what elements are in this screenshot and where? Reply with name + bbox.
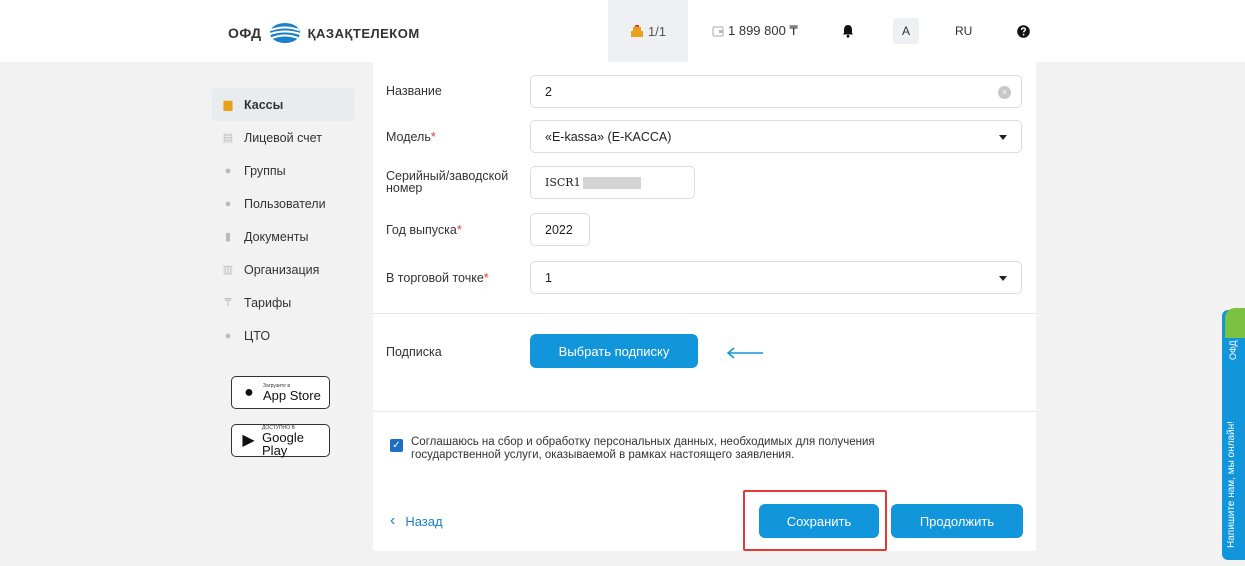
subscription-label: Подписка [386,345,442,359]
sidebar-item-label: Кассы [244,97,284,112]
point-label: В торговой точке* [386,271,489,285]
continue-label: Продолжить [919,513,995,529]
subscription-label-text: Подписка [386,345,442,359]
save-highlight-box [743,490,887,551]
register-form-panel: Название 2 × Модель* «E-kassa» (E-KACCA)… [373,62,1036,551]
logo-prefix: ОФД [228,25,262,41]
google-play-icon: ▶ [242,431,255,449]
sidebar-item-label: Пользователи [244,196,326,211]
account-icon: ▤ [222,131,234,144]
notifications-button[interactable] [842,0,854,62]
bell-icon [843,25,853,38]
continue-button[interactable]: Продолжить [891,504,1023,538]
documents-icon: ▮ [224,230,232,243]
sidebar-item-account[interactable]: ▤ Лицевой счет [212,121,354,154]
sidebar-item-registers[interactable]: ▆ Кассы [212,88,354,121]
chat-label: Напишите нам, мы онлайн! [1226,421,1237,548]
google-play-label: Google Play [262,429,304,458]
cash-counter-text: 1/1 [647,23,667,39]
cash-register-counter[interactable]: 1/1 [608,0,688,62]
user-avatar: A [893,18,919,44]
sidebar-item-label: ЦТО [244,328,271,343]
name-label: Название [386,84,442,98]
wallet-icon [712,26,724,37]
serial-input[interactable]: ISCR1 [530,166,695,199]
arrow-left-icon [726,347,763,359]
serial-input-value: ISCR1 [545,176,581,189]
year-input[interactable]: 2022 [530,213,590,246]
year-label: Год выпуска* [386,223,462,237]
divider [373,313,1036,314]
google-play-button[interactable]: ▶ ДОСТУПНО В Google Play [231,424,330,457]
name-label-text: Название [386,84,442,98]
choose-subscription-button[interactable]: Выбрать подписку [530,334,698,368]
required-mark: * [430,130,436,144]
help-button[interactable] [1017,0,1030,62]
required-mark: * [456,223,462,237]
divider [373,411,1036,412]
sidebar-nav: ▆ Кассы ▤ Лицевой счет ● Группы ● Пользо… [212,88,354,457]
back-label: Назад [405,513,443,529]
tariff-icon: ₸ [224,296,232,309]
sidebar-item-groups[interactable]: ● Группы [212,154,354,187]
balance[interactable]: 1 899 800 ₸ [712,0,798,62]
serial-label-text: Серийный/заводской номер [386,169,509,195]
globe-logo-icon [269,23,300,43]
choose-subscription-label: Выбрать подписку [558,343,670,359]
chevron-left-icon: ‹ [390,512,396,529]
app-store-button[interactable]: ● Загрузите в App Store [231,376,330,409]
balance-value: 1 899 800 ₸ [728,23,798,38]
sidebar-item-label: Организация [244,262,320,277]
consent-text: Соглашаюсь на сбор и обработку персональ… [411,436,875,461]
clear-icon[interactable]: × [998,86,1011,99]
apple-icon: ● [244,383,254,401]
name-input[interactable]: 2 × [530,75,1022,108]
service-icon: ● [224,329,232,342]
trade-point-select[interactable]: 1 [530,261,1022,294]
year-input-value: 2022 [545,222,573,237]
sidebar-item-documents[interactable]: ▮ Документы [212,220,354,253]
sidebar-item-organization[interactable]: ▥ Организация [212,253,354,286]
consent-checkbox[interactable]: ✓ [390,439,403,452]
organization-icon: ▥ [222,263,234,276]
logo-name: ҚАЗАҚТЕЛЕКОМ [307,25,420,41]
model-select[interactable]: «E-kassa» (E-KACCA) [530,120,1022,153]
question-icon [1017,24,1030,38]
language-label: RU [955,24,973,38]
language-switch[interactable]: RU [955,0,972,62]
logo[interactable]: ОФД ҚАЗАҚТЕЛЕКОМ [228,22,420,44]
app-store-label: App Store [263,388,321,403]
chevron-down-icon [999,135,1007,140]
sidebar-item-users[interactable]: ● Пользователи [212,187,354,220]
point-label-text: В торговой точке [386,271,484,285]
trade-point-value: 1 [545,270,552,285]
sidebar-item-label: Лицевой счет [244,130,322,145]
redacted-mask [582,176,641,189]
model-select-value: «E-kassa» (E-KACCA) [545,129,672,144]
register-icon: ▆ [223,98,233,111]
serial-label: Серийный/заводской номер [386,169,516,195]
top-header: ОФД ҚАЗАҚТЕЛЕКОМ 1/1 1 899 800 ₸ A RU [0,0,1245,62]
name-input-value: 2 [545,84,552,99]
sidebar-item-label: Тарифы [244,295,292,310]
sidebar-item-service-center[interactable]: ● ЦТО [212,319,354,352]
model-label: Модель* [386,130,436,144]
required-mark: * [483,271,489,285]
model-label-text: Модель [386,130,431,144]
groups-icon: ● [224,164,232,177]
sidebar-item-label: Группы [244,163,286,178]
year-label-text: Год выпуска [386,223,457,237]
register-icon [630,24,643,37]
sidebar-item-label: Документы [244,229,309,244]
users-icon: ● [224,197,232,210]
chevron-down-icon [999,276,1007,281]
user-menu-button[interactable]: A [892,0,920,62]
sidebar-item-tariffs[interactable]: ₸ Тарифы [212,286,354,319]
back-link[interactable]: ‹ Назад [390,513,443,529]
